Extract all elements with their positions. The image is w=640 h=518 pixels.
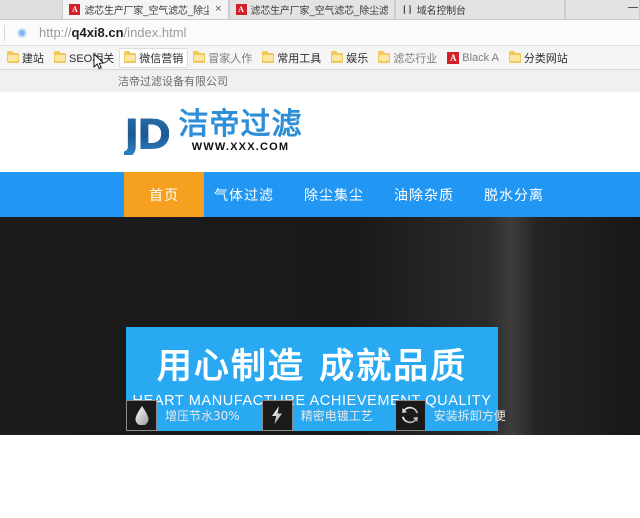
company-name: 洁帝过滤设备有限公司	[118, 73, 228, 89]
bookmark-label: 建站	[22, 50, 44, 66]
bracket-favicon-icon: [ ]	[402, 4, 413, 15]
nav-item-home[interactable]: 首页	[124, 172, 204, 217]
a-red-favicon-icon: A	[236, 4, 247, 15]
site-logo[interactable]: JD 洁帝过滤 WWW.XXX.COM	[124, 109, 303, 156]
nav-item-label: 脱水分离	[484, 185, 544, 205]
feature-item-0: 增压节水30%	[126, 400, 240, 431]
logo-url: WWW.XXX.COM	[192, 141, 290, 153]
bookmark-item-2[interactable]: 微信营销	[119, 48, 188, 68]
bookmark-item-8[interactable]: 分类网站	[504, 48, 573, 68]
globe-icon[interactable]	[17, 28, 27, 38]
water-drop-icon	[126, 400, 157, 431]
bookmark-label: 冒家人作	[208, 50, 252, 66]
minimize-icon[interactable]	[628, 7, 638, 8]
nav-item-label: 油除杂质	[394, 185, 454, 205]
folder-icon	[193, 53, 205, 63]
address-bar[interactable]: http://q4xi8.cn/index.html	[0, 20, 640, 46]
site-navigation: 首页 气体过滤 除尘集尘 油除杂质 脱水分离	[0, 172, 640, 217]
bookmark-label: 微信营销	[139, 50, 183, 66]
bookmark-label: 分类网站	[524, 50, 568, 66]
nav-item-gas-filtration[interactable]: 气体过滤	[204, 172, 284, 217]
url-path: /index.html	[124, 25, 187, 40]
bookmark-label: 滤芯行业	[393, 50, 437, 66]
hero-headline-cn: 用心制造 成就品质	[157, 349, 467, 386]
bookmark-item-4[interactable]: 常用工具	[257, 48, 326, 68]
folder-icon	[331, 53, 343, 63]
a-red-favicon-icon: A	[447, 52, 459, 64]
folder-icon	[509, 53, 521, 63]
folder-icon	[262, 53, 274, 63]
nav-item-label: 气体过滤	[214, 185, 274, 205]
nav-item-dehydration-separation[interactable]: 脱水分离	[474, 172, 554, 217]
bookmark-label: SEO相关	[69, 50, 114, 66]
site-header: JD 洁帝过滤 WWW.XXX.COM	[0, 92, 640, 172]
address-bar-divider	[4, 25, 5, 41]
nav-item-oil-impurity[interactable]: 油除杂质	[384, 172, 464, 217]
browser-tab-1[interactable]: A 滤芯生产厂家_空气滤芯_除尘滤芯 ×	[62, 0, 228, 19]
tab-strip-leading-space	[0, 0, 62, 19]
browser-tab-4[interactable]	[565, 0, 640, 19]
bookmark-label: 娱乐	[346, 50, 368, 66]
bookmark-item-1[interactable]: SEO相关	[49, 48, 119, 68]
bookmark-item-3[interactable]: 冒家人作	[188, 48, 257, 68]
a-red-favicon-icon: A	[69, 4, 80, 15]
site-topbar: 洁帝过滤设备有限公司	[0, 70, 640, 92]
bookmark-item-6[interactable]: 滤芯行业	[373, 48, 442, 68]
logo-name: 洁帝过滤	[179, 109, 303, 141]
browser-tab-3[interactable]: [ ] 域名控制台	[395, 0, 566, 19]
lightning-bolt-icon	[262, 400, 293, 431]
bookmark-item-0[interactable]: 建站	[2, 48, 49, 68]
browser-tab-2-title: 滤芯生产厂家_空气滤芯_除尘滤芯	[251, 2, 388, 17]
logo-mark: JD	[124, 115, 169, 155]
close-icon[interactable]: ×	[213, 4, 221, 15]
feature-label: 精密电镀工艺	[301, 407, 373, 424]
nav-spacer	[374, 172, 384, 217]
browser-tab-2[interactable]: A 滤芯生产厂家_空气滤芯_除尘滤芯	[229, 0, 395, 19]
bookmark-label: 常用工具	[277, 50, 321, 66]
bookmark-item-5[interactable]: 娱乐	[326, 48, 373, 68]
address-bar-url[interactable]: http://q4xi8.cn/index.html	[39, 25, 186, 40]
feature-label: 安装拆卸方便	[434, 407, 506, 424]
feature-label: 增压节水30%	[165, 407, 240, 424]
url-scheme: http://	[39, 25, 72, 40]
nav-spacer	[284, 172, 294, 217]
rotate-arrows-icon	[395, 400, 426, 431]
logo-text-group: 洁帝过滤 WWW.XXX.COM	[179, 109, 303, 156]
page-viewport: 洁帝过滤设备有限公司 JD 洁帝过滤 WWW.XXX.COM 首页 气体过滤 除…	[0, 70, 640, 517]
feature-item-2: 安装拆卸方便	[395, 400, 506, 431]
browser-tab-3-title: 域名控制台	[417, 2, 559, 17]
tab-strip: A 滤芯生产厂家_空气滤芯_除尘滤芯 × A 滤芯生产厂家_空气滤芯_除尘滤芯 …	[0, 0, 640, 20]
folder-icon	[7, 53, 19, 63]
hero-banner: 用心制造 成就品质 HEART MANUFACTURE ACHIEVEMENT …	[0, 217, 640, 435]
nav-item-dust-collection[interactable]: 除尘集尘	[294, 172, 374, 217]
url-host: q4xi8.cn	[72, 25, 124, 40]
bookmarks-bar: 建站 SEO相关 微信营销 冒家人作 常用工具 娱乐 滤芯行业 A Black	[0, 46, 640, 70]
nav-item-label: 首页	[149, 185, 179, 205]
folder-icon	[124, 53, 136, 63]
folder-icon	[54, 53, 66, 63]
nav-spacer	[464, 172, 474, 217]
bookmark-item-7[interactable]: A Black A	[442, 50, 504, 66]
bookmark-label: Black A	[462, 52, 499, 64]
hero-feature-list: 增压节水30%	[126, 395, 526, 435]
browser-tab-1-title: 滤芯生产厂家_空气滤芯_除尘滤芯	[84, 2, 209, 17]
nav-item-label: 除尘集尘	[304, 185, 364, 205]
browser-window: A 滤芯生产厂家_空气滤芯_除尘滤芯 × A 滤芯生产厂家_空气滤芯_除尘滤芯 …	[0, 0, 640, 518]
feature-item-1: 精密电镀工艺	[262, 400, 373, 431]
folder-icon	[378, 53, 390, 63]
